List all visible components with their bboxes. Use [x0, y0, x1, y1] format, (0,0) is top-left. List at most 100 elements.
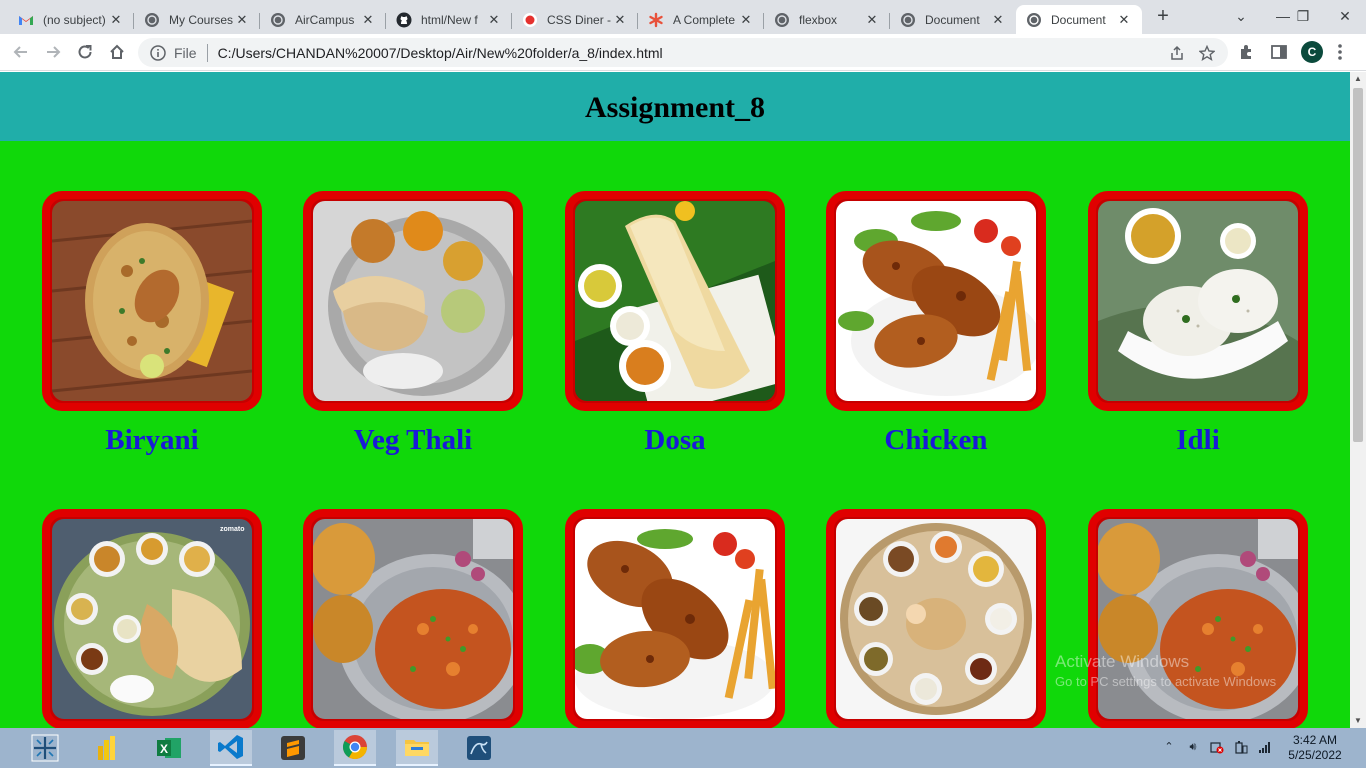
globe-icon — [144, 12, 160, 28]
food-label-veg-thali: Veg Thali — [353, 424, 473, 456]
close-icon[interactable]: ✕ — [108, 12, 124, 28]
activate-windows-watermark: Activate Windows Go to PC settings to ac… — [1055, 652, 1276, 689]
home-button[interactable] — [105, 40, 129, 64]
profile-avatar[interactable]: C — [1301, 41, 1323, 63]
extensions-icon[interactable] — [1237, 42, 1257, 62]
vertical-scrollbar[interactable]: ▲ ▼ — [1350, 72, 1366, 728]
mysql-workbench-icon[interactable] — [458, 730, 500, 766]
browser-tab[interactable]: Document ✕ — [890, 5, 1016, 34]
share-icon[interactable] — [1168, 44, 1186, 62]
food-label-chicken: Chicken — [884, 424, 988, 456]
system-clock[interactable]: 3:42 AM 5/25/2022 — [1287, 733, 1343, 763]
tab-title: Document — [1051, 12, 1106, 27]
gmail-icon — [18, 12, 34, 28]
chrome-icon[interactable] — [334, 730, 376, 766]
csstricks-icon — [648, 12, 664, 28]
browser-tab[interactable]: My Courses ✕ — [134, 5, 260, 34]
wifi-signal-icon[interactable] — [1258, 740, 1272, 754]
food-card-chicken — [826, 191, 1046, 411]
chicken-image — [836, 201, 1036, 401]
scroll-down-arrow-icon[interactable]: ▼ — [1350, 714, 1366, 728]
pav-bhaji-image — [1098, 519, 1298, 719]
close-icon[interactable]: ✕ — [738, 12, 754, 28]
back-button[interactable] — [9, 40, 33, 64]
food-card-thali-platter: zomato — [42, 509, 262, 728]
css-diner-icon — [522, 12, 538, 28]
food-card-biryani — [42, 191, 262, 411]
browser-tab[interactable]: (no subject) ✕ — [8, 5, 134, 34]
tab-search-chevron-icon[interactable]: ⌄ — [1218, 0, 1264, 34]
file-explorer-icon[interactable] — [396, 730, 438, 766]
address-divider — [206, 43, 208, 62]
bookmark-star-icon[interactable] — [1198, 44, 1216, 62]
reload-button[interactable] — [73, 40, 97, 64]
tableau-icon[interactable] — [24, 730, 66, 766]
vscode-icon[interactable] — [210, 730, 252, 766]
idli-image — [1098, 201, 1298, 401]
globe-icon — [270, 12, 286, 28]
clock-time: 3:42 AM — [1292, 733, 1338, 747]
address-bar[interactable]: File C:/Users/CHANDAN%20007/Desktop/Air/… — [138, 38, 1228, 67]
svg-text:X: X — [160, 742, 168, 756]
scroll-thumb[interactable] — [1353, 88, 1363, 442]
browser-tab[interactable]: flexbox ✕ — [764, 5, 890, 34]
close-icon[interactable]: ✕ — [990, 12, 1006, 28]
volume-icon[interactable]: 🔊︎ — [1186, 740, 1200, 754]
tab-title: (no subject) — [43, 12, 106, 27]
close-icon[interactable]: ✕ — [234, 12, 250, 28]
battery-icon[interactable] — [1234, 740, 1248, 754]
page-title: Assignment_8 — [584, 90, 765, 124]
side-panel-icon[interactable] — [1269, 42, 1289, 62]
page-header: Assignment_8 — [0, 72, 1350, 141]
new-tab-button[interactable]: + — [1150, 6, 1176, 28]
watermark-title: Activate Windows — [1055, 652, 1190, 671]
browser-tab[interactable]: A Complete ✕ — [638, 5, 764, 34]
tab-title: flexbox — [799, 12, 838, 27]
close-window-button[interactable]: ✕ — [1322, 0, 1366, 34]
food-card-north-indian-thali — [826, 509, 1046, 728]
more-menu-icon[interactable] — [1330, 42, 1350, 62]
globe-icon — [774, 12, 790, 28]
show-hidden-icons-chevron-icon[interactable]: ⌃ — [1162, 740, 1176, 754]
clock-date: 5/25/2022 — [1288, 748, 1342, 762]
browser-tab-strip: (no subject) ✕ My Courses ✕ AirCampus ✕ … — [0, 0, 1366, 34]
svg-text:zomato: zomato — [220, 526, 245, 533]
scroll-up-arrow-icon[interactable]: ▲ — [1350, 72, 1366, 86]
network-disconnected-icon[interactable] — [1210, 740, 1224, 754]
close-icon[interactable]: ✕ — [864, 12, 880, 28]
food-label-dosa: Dosa — [644, 424, 706, 456]
food-card-chicken-legs — [565, 509, 785, 728]
forward-button[interactable] — [41, 40, 65, 64]
watermark-subtitle: Go to PC settings to activate Windows — [1055, 674, 1277, 689]
north-indian-thali-image — [836, 519, 1036, 719]
info-icon[interactable] — [150, 44, 166, 61]
food-card-pav-bhaji — [303, 509, 523, 728]
close-icon[interactable]: ✕ — [360, 12, 376, 28]
browser-toolbar: File C:/Users/CHANDAN%20007/Desktop/Air/… — [0, 34, 1366, 71]
page-viewport: Assignment_8 Biryani Veg Thali Dosa Chic… — [0, 72, 1350, 728]
food-card-veg-thali — [303, 191, 523, 411]
browser-tab[interactable]: AirCampus ✕ — [260, 5, 386, 34]
browser-tab[interactable]: CSS Diner - ✕ — [512, 5, 638, 34]
url-text[interactable]: C:/Users/CHANDAN%20007/Desktop/Air/New%2… — [218, 45, 1168, 61]
food-card-dosa — [565, 191, 785, 411]
sublime-text-icon[interactable] — [272, 730, 314, 766]
close-icon[interactable]: ✕ — [1116, 12, 1132, 28]
thali-platter-image: zomato — [52, 519, 252, 719]
food-card-idli — [1088, 191, 1308, 411]
food-card-pav-bhaji-2 — [1088, 509, 1308, 728]
powerbi-icon[interactable] — [86, 730, 128, 766]
close-icon[interactable]: ✕ — [612, 12, 628, 28]
close-icon[interactable]: ✕ — [486, 12, 502, 28]
biryani-image — [52, 201, 252, 401]
browser-tab-active[interactable]: Document ✕ — [1016, 5, 1142, 34]
veg-thali-image — [313, 201, 513, 401]
windows-taskbar: X ⌃ 🔊︎ 3:42 AM 5/25/2022 — [0, 728, 1366, 768]
globe-icon — [900, 12, 916, 28]
excel-icon[interactable]: X — [148, 730, 190, 766]
restore-button[interactable]: ❐ — [1280, 0, 1326, 34]
chicken-legs-image — [575, 519, 775, 719]
reload-icon — [78, 45, 92, 59]
browser-tab[interactable]: html/New f ✕ — [386, 5, 512, 34]
back-arrow-icon — [13, 46, 27, 58]
